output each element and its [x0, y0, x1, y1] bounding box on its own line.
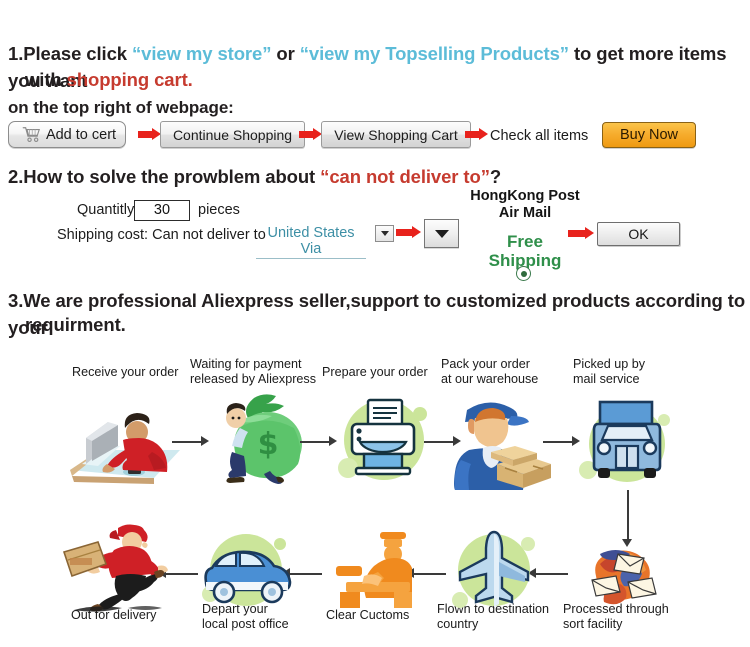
- arrow-3-icon: [465, 128, 488, 141]
- ok-label: OK: [628, 226, 649, 242]
- arrow-to-dropdown-icon: [396, 226, 422, 239]
- section-3-line-2: requirment.: [25, 314, 126, 335]
- flow-caption-sort-facility: Processed through sort facility: [563, 602, 669, 631]
- buy-now-button[interactable]: Buy Now: [602, 122, 696, 148]
- continue-shopping-label: Continue Shopping: [172, 126, 293, 143]
- section-1-number: 1.: [8, 43, 24, 64]
- section-2-text-a: How to solve the prowblem about: [23, 166, 321, 187]
- mail-truck-icon: [572, 390, 682, 490]
- arrow-1-icon: [138, 128, 161, 141]
- shopping-cart-icon: [22, 127, 40, 142]
- carrier-name: HongKong Post Air Mail: [452, 188, 598, 222]
- section-2-heading: 2.How to solve the prowblem about “can n…: [8, 163, 501, 190]
- section-3-number: 3.: [8, 290, 24, 311]
- warehouse-worker-boxes-icon: [445, 392, 555, 490]
- view-my-store-link[interactable]: “view my store”: [132, 43, 271, 64]
- section-2-text-b: ?: [489, 166, 502, 187]
- arrow-to-ok-icon: [568, 227, 595, 240]
- cannot-deliver-emphasis: “can not deliver to”: [320, 166, 490, 187]
- arrow-2-icon: [299, 128, 322, 141]
- shipping-cost-label: Shipping cost: Can not deliver to: [57, 227, 266, 243]
- section-1-text-a: Please click: [23, 43, 132, 64]
- quantity-input[interactable]: 30: [134, 200, 190, 221]
- section-1-text-d: with: [25, 69, 67, 90]
- airplane-icon: [442, 524, 546, 616]
- check-all-items-text: Check all items: [490, 128, 589, 144]
- flow-caption-picked-up: Picked up by mail service: [573, 357, 646, 386]
- pieces-label: pieces: [198, 202, 240, 218]
- mail-sorting-icon: [570, 546, 680, 606]
- chevron-down-icon: [380, 231, 389, 236]
- flow-arrow-down-icon: [622, 490, 634, 548]
- carrier-line-1: HongKong Post: [470, 188, 580, 204]
- view-shopping-cart-label: View Shopping Cart: [334, 126, 458, 143]
- chevron-down-icon: [434, 229, 449, 238]
- section-1-line-2: with shopping cart.: [25, 66, 193, 93]
- order-process-flowchart: Receive your order Waiting for payment r…: [0, 350, 750, 647]
- flow-caption-waiting-payment: Waiting for payment released by Aliexpre…: [190, 357, 317, 386]
- carrier-line-2: Air Mail: [498, 205, 552, 221]
- svg-text:$: $: [258, 427, 279, 462]
- view-shopping-cart-button[interactable]: View Shopping Cart: [321, 121, 471, 148]
- shipping-country-value[interactable]: United States Via: [256, 225, 366, 259]
- continue-shopping-button[interactable]: Continue Shopping: [160, 121, 305, 148]
- shopping-cart-emphasis: shopping cart.: [66, 69, 193, 90]
- country-dropdown-small[interactable]: [375, 225, 394, 242]
- free-shipping-radio[interactable]: [516, 266, 531, 281]
- flow-caption-receive-order: Receive your order: [72, 365, 179, 379]
- add-to-cart-label: Add to cert: [45, 126, 117, 143]
- quantity-label: Quantitly:: [77, 202, 139, 218]
- flow-caption-prepare-order: Prepare your order: [322, 365, 428, 379]
- customs-officer-icon: [322, 526, 426, 614]
- person-at-computer-icon: [62, 398, 187, 488]
- add-to-cart-button[interactable]: Add to cert: [8, 121, 126, 148]
- buy-now-label: Buy Now: [619, 127, 679, 143]
- shop-button-row: Add to cert Continue Shopping View Shopp…: [8, 119, 742, 153]
- delivery-van-icon: [192, 528, 302, 614]
- flow-caption-pack-order: Pack your order at our warehouse: [441, 357, 539, 386]
- section-1-text-b: or: [271, 43, 300, 64]
- section-1-subline: on the top right of webpage:: [8, 98, 234, 117]
- view-topselling-products-link[interactable]: “view my Topselling Products”: [300, 43, 569, 64]
- ok-button[interactable]: OK: [597, 222, 680, 246]
- section-2-number: 2.: [8, 166, 24, 187]
- running-courier-icon: [58, 518, 178, 614]
